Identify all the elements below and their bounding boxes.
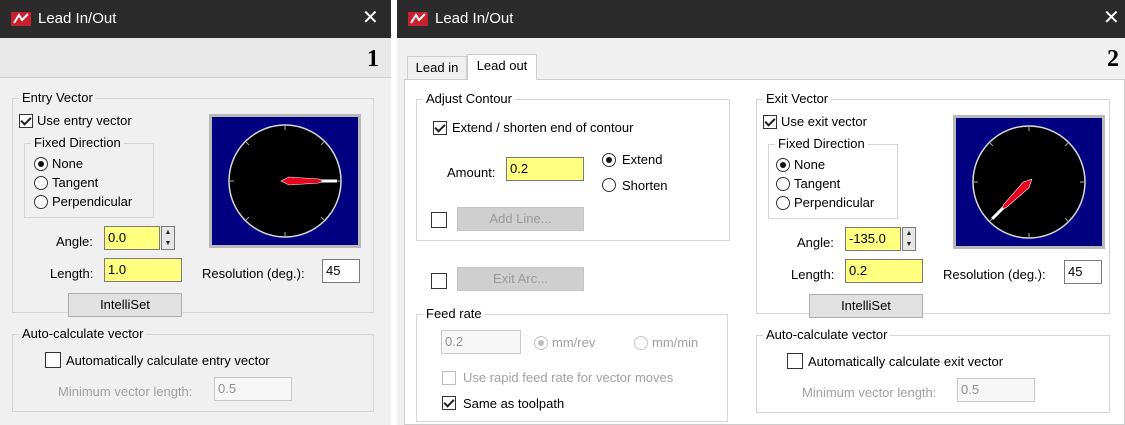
length-label: Length:	[791, 267, 835, 282]
close-icon[interactable]: ✕	[362, 6, 379, 30]
exit-arc-checkbox[interactable]	[431, 273, 447, 289]
extend-contour-checkbox[interactable]	[433, 121, 447, 135]
radio-perpendicular[interactable]	[34, 195, 48, 209]
amount-input[interactable]: 0.2	[506, 157, 584, 181]
radio-perpendicular-label: Perpendicular	[794, 195, 875, 210]
auto-calc-label: Automatically calculate entry vector	[66, 353, 270, 368]
same-as-toolpath-label: Same as toolpath	[463, 396, 565, 411]
radio-shorten-label: Shorten	[622, 178, 668, 193]
angle-label: Angle:	[797, 235, 834, 250]
radio-perpendicular-label: Perpendicular	[52, 194, 133, 209]
app-icon	[11, 12, 31, 26]
tab-lead-in[interactable]: Lead in	[407, 56, 467, 80]
resolution-input[interactable]: 45	[1064, 260, 1102, 284]
use-entry-vector-label: Use entry vector	[37, 113, 132, 128]
angle-spinner[interactable]: ▲ ▼	[161, 226, 175, 250]
intelliset-button[interactable]: IntelliSet	[809, 294, 923, 318]
entry-vector-dial[interactable]	[209, 114, 361, 248]
radio-mm-rev[interactable]	[534, 336, 548, 350]
radio-none-label: None	[52, 156, 84, 171]
add-line-button[interactable]: Add Line...	[457, 207, 584, 231]
fixed-direction-legend: Fixed Direction	[31, 135, 124, 151]
add-line-checkbox[interactable]	[431, 212, 447, 228]
min-length-input[interactable]: 0.5	[957, 378, 1035, 402]
spin-up-icon[interactable]: ▲	[903, 228, 915, 239]
resolution-label: Resolution (deg.):	[202, 266, 305, 281]
entry-vector-legend: Entry Vector	[19, 90, 96, 106]
feed-rate-legend: Feed rate	[423, 306, 485, 322]
amount-label: Amount:	[447, 165, 496, 180]
same-as-toolpath-checkbox[interactable]	[442, 396, 456, 410]
panel-number: 2	[1107, 46, 1119, 72]
toolstrip	[0, 38, 391, 78]
use-exit-vector-label: Use exit vector	[781, 114, 867, 129]
exit-vector-dial[interactable]	[953, 115, 1105, 249]
window-title: Lead In/Out	[435, 10, 514, 27]
auto-calc-legend: Auto-calculate vector	[19, 326, 147, 342]
radio-none-label: None	[794, 157, 826, 172]
radio-tangent[interactable]	[34, 176, 48, 190]
min-length-label: Minimum vector length:	[802, 385, 937, 400]
rapid-feed-checkbox[interactable]	[442, 371, 456, 385]
extend-contour-label: Extend / shorten end of contour	[452, 120, 634, 135]
radio-shorten[interactable]	[602, 178, 616, 192]
angle-input[interactable]: -135.0	[845, 227, 901, 251]
spin-down-icon[interactable]: ▼	[903, 239, 915, 250]
intelliset-button[interactable]: IntelliSet	[68, 293, 182, 317]
angle-input[interactable]: 0.0	[104, 226, 160, 250]
length-input[interactable]: 0.2	[845, 259, 923, 283]
radio-tangent-label: Tangent	[52, 175, 99, 190]
length-label: Length:	[50, 266, 94, 281]
adjust-contour-legend: Adjust Contour	[423, 91, 515, 107]
app-icon	[408, 12, 428, 26]
radio-mm-min-label: mm/min	[652, 335, 699, 350]
auto-calc-legend: Auto-calculate vector	[763, 327, 891, 343]
spin-up-icon[interactable]: ▲	[162, 227, 174, 238]
dial-face	[228, 124, 342, 238]
spin-down-icon[interactable]: ▼	[162, 238, 174, 249]
resolution-label: Resolution (deg.):	[943, 267, 1046, 282]
min-length-label: Minimum vector length:	[58, 384, 193, 399]
radio-tangent-label: Tangent	[794, 176, 841, 191]
fixed-direction-legend: Fixed Direction	[775, 136, 868, 152]
exit-arc-button[interactable]: Exit Arc...	[457, 267, 584, 291]
lead-out-page: Adjust Contour Extend / shorten end of c…	[404, 79, 1125, 425]
close-icon[interactable]: ✕	[1103, 6, 1120, 30]
rapid-feed-label: Use rapid feed rate for vector moves	[463, 370, 674, 385]
dial-face	[972, 125, 1086, 239]
radio-mm-rev-label: mm/rev	[552, 335, 596, 350]
radio-tangent[interactable]	[776, 177, 790, 191]
radio-none[interactable]	[34, 157, 48, 171]
exit-vector-legend: Exit Vector	[763, 91, 832, 107]
lead-in-out-dialog-2: Lead In/Out ✕ 2 Lead in Lead out Adjust …	[397, 0, 1125, 425]
title-bar: Lead In/Out ✕	[0, 0, 391, 38]
min-length-input[interactable]: 0.5	[214, 377, 292, 401]
radio-none[interactable]	[776, 158, 790, 172]
radio-mm-min[interactable]	[634, 336, 648, 350]
auto-calc-checkbox[interactable]	[787, 353, 803, 369]
auto-calc-group: Auto-calculate vector	[756, 327, 1110, 413]
angle-spinner[interactable]: ▲ ▼	[902, 227, 916, 251]
tab-lead-out[interactable]: Lead out	[467, 54, 537, 80]
resolution-input[interactable]: 45	[322, 259, 360, 283]
use-exit-vector-checkbox[interactable]	[763, 115, 777, 129]
panel-number: 1	[367, 46, 379, 72]
use-entry-vector-checkbox[interactable]	[19, 114, 33, 128]
auto-calc-group: Auto-calculate vector	[12, 326, 374, 412]
lead-in-out-dialog-1: Lead In/Out ✕ 1 Entry Vector Use entry v…	[0, 0, 391, 425]
radio-perpendicular[interactable]	[776, 196, 790, 210]
angle-label: Angle:	[56, 234, 93, 249]
title-bar: Lead In/Out ✕	[397, 0, 1125, 38]
auto-calc-label: Automatically calculate exit vector	[808, 354, 1004, 369]
radio-extend-label: Extend	[622, 152, 663, 167]
feed-rate-input[interactable]: 0.2	[441, 330, 521, 354]
length-input[interactable]: 1.0	[104, 258, 182, 282]
auto-calc-checkbox[interactable]	[45, 352, 61, 368]
radio-extend[interactable]	[602, 153, 616, 167]
window-title: Lead In/Out	[38, 10, 117, 27]
